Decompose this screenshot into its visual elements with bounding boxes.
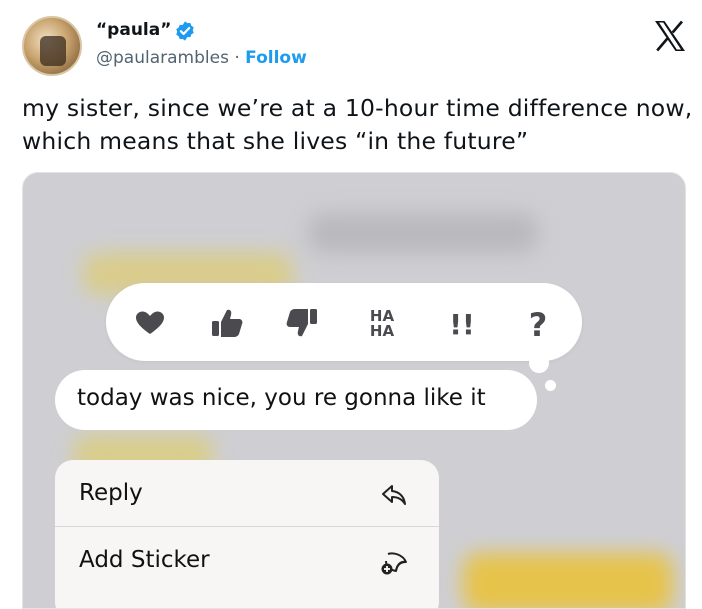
question-label: ?: [529, 306, 548, 344]
haha-bottom-label: HA: [370, 322, 395, 340]
exclamation-icon[interactable]: !!: [440, 301, 484, 345]
exclamation-label: !!: [449, 308, 475, 341]
tweet-media[interactable]: HA HA !! ? today was nice, you re gonna …: [22, 172, 686, 609]
separator-dot: ·: [234, 48, 240, 68]
menu-item-reply[interactable]: Reply: [55, 460, 439, 526]
context-menu: Reply Add Sticker: [55, 460, 439, 608]
haha-icon[interactable]: HA HA: [360, 301, 404, 345]
reaction-bar-tail-dot: [545, 380, 556, 391]
thumbs-up-icon[interactable]: [205, 301, 249, 345]
avatar[interactable]: [22, 16, 82, 76]
blurred-background: [308, 213, 538, 253]
x-logo-icon[interactable]: [653, 20, 687, 52]
menu-item-add-sticker[interactable]: Add Sticker: [55, 527, 439, 593]
handle[interactable]: @paularambles: [96, 48, 229, 68]
reaction-bar-tail: [529, 353, 549, 373]
sticker-icon: [381, 552, 407, 575]
message-text: today was nice, you re gonna like it: [77, 385, 486, 411]
heart-icon[interactable]: [128, 301, 172, 345]
menu-item-label: Reply: [79, 480, 143, 506]
verified-badge-icon: [176, 21, 194, 41]
reply-icon: [382, 485, 406, 505]
thumbs-down-icon[interactable]: [280, 301, 324, 345]
handle-row: @paularambles · Follow: [96, 48, 307, 68]
display-name[interactable]: “paula”: [96, 20, 171, 40]
blurred-background: [463, 553, 673, 608]
follow-button[interactable]: Follow: [245, 48, 307, 68]
question-icon[interactable]: ?: [516, 301, 560, 345]
avatar-image: [40, 36, 66, 66]
tweet-text: my sister, since we’re at a 10-hour time…: [22, 94, 693, 155]
menu-item-label: Add Sticker: [79, 547, 210, 573]
tapback-reaction-bar: HA HA !! ?: [106, 283, 582, 361]
message-bubble[interactable]: today was nice, you re gonna like it: [55, 370, 537, 430]
